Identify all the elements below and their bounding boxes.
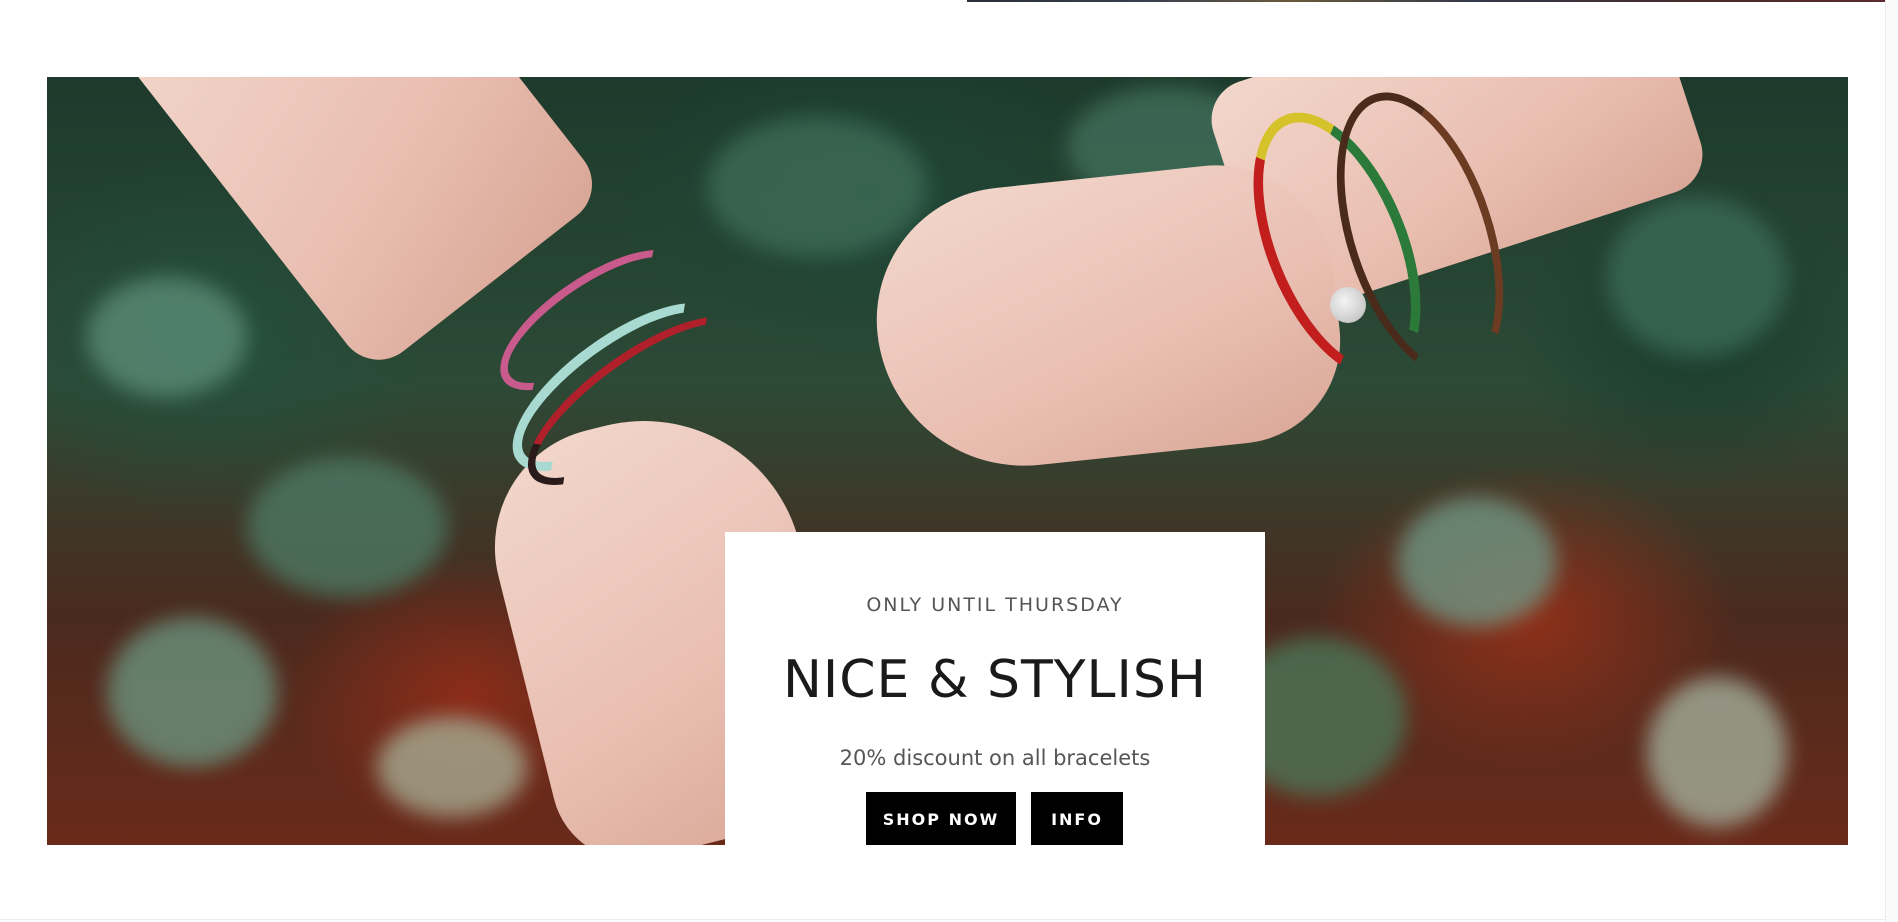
foliage-blur	[247, 457, 447, 597]
promo-eyebrow: ONLY UNTIL THURSDAY	[866, 594, 1124, 616]
foliage-blur	[87, 277, 247, 397]
promo-subtitle: 20% discount on all bracelets	[839, 746, 1151, 770]
promo-card: ONLY UNTIL THURSDAY NICE & STYLISH 20% d…	[725, 532, 1265, 845]
foliage-blur	[377, 717, 527, 817]
top-image-strip	[967, 0, 1889, 2]
scrollbar-track[interactable]	[1885, 0, 1898, 922]
page: ONLY UNTIL THURSDAY NICE & STYLISH 20% d…	[0, 0, 1898, 922]
shop-now-button[interactable]: SHOP NOW	[866, 792, 1016, 845]
promo-title: NICE & STYLISH	[783, 650, 1207, 710]
silver-charm	[1330, 287, 1366, 323]
foliage-blur	[107, 617, 277, 767]
hero-banner: ONLY UNTIL THURSDAY NICE & STYLISH 20% d…	[47, 77, 1848, 845]
foliage-blur	[1607, 197, 1787, 357]
info-button[interactable]: INFO	[1031, 792, 1123, 845]
foliage-blur	[1647, 677, 1787, 827]
foliage-blur	[1397, 497, 1557, 627]
foliage-blur	[707, 117, 927, 257]
section-divider	[0, 919, 1898, 920]
